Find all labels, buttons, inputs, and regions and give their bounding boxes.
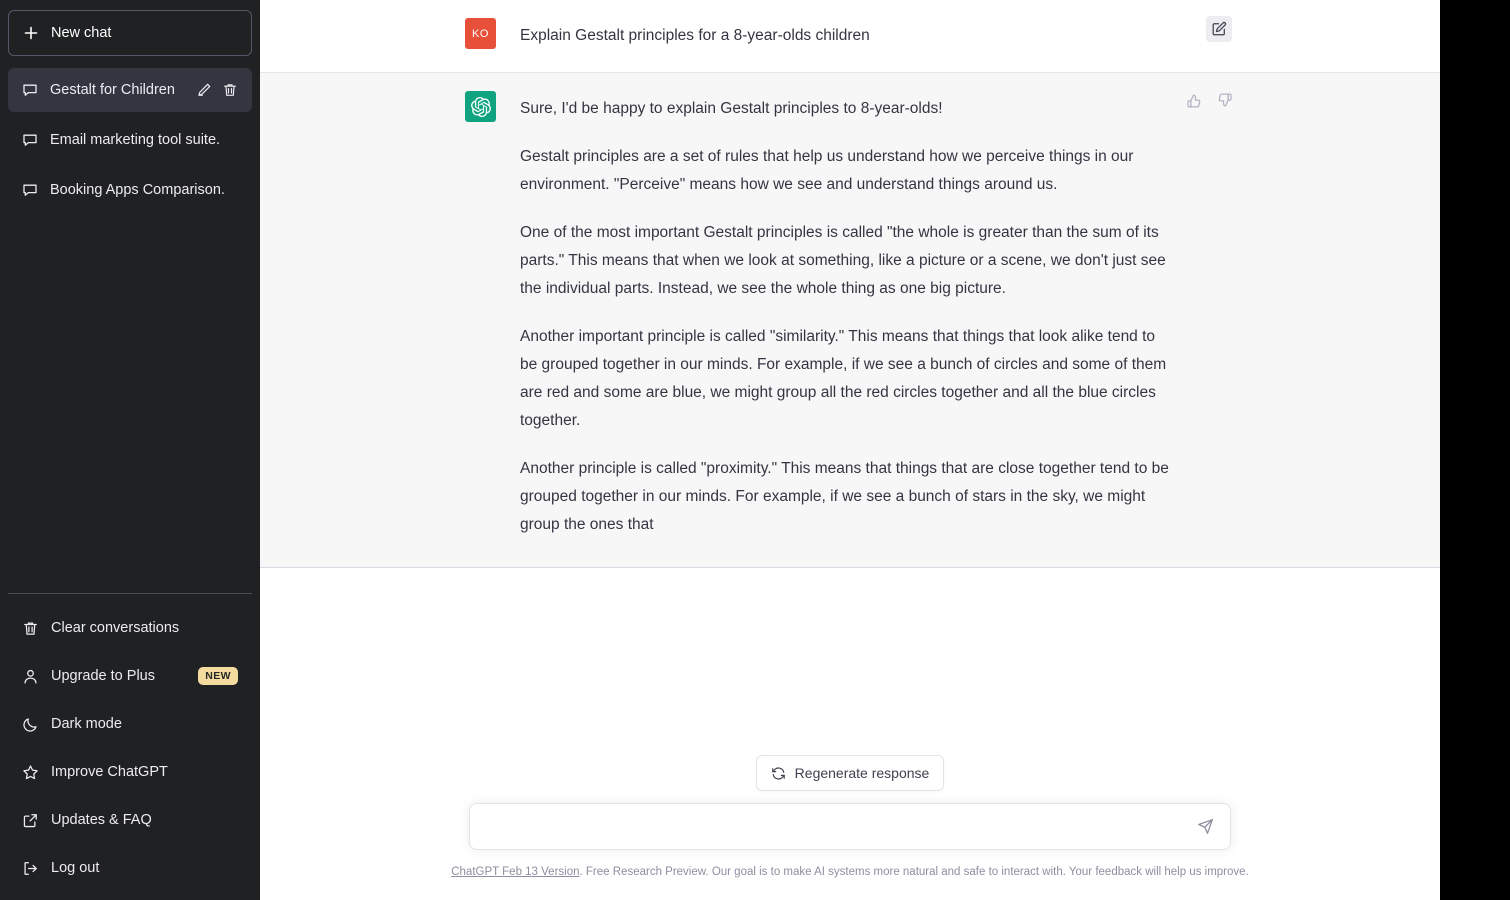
pencil-icon[interactable]: [196, 82, 212, 98]
chat-bubble-icon: [22, 182, 38, 198]
assistant-message-actions: [1181, 87, 1237, 113]
openai-logo-icon: [470, 96, 491, 117]
plus-icon: [23, 25, 39, 41]
chatgpt-app: New chat Gestalt for Children Email mark…: [0, 0, 1510, 900]
conversation-list: Gestalt for Children Email marketing too…: [8, 68, 252, 212]
avatar-assistant: [465, 91, 496, 122]
version-link[interactable]: ChatGPT Feb 13 Version: [451, 866, 579, 878]
conversation-actions: [196, 82, 238, 98]
sidebar-item-upgrade-to-plus[interactable]: Upgrade to Plus NEW: [8, 652, 252, 700]
user-message-actions: [1206, 16, 1232, 42]
sidebar-conversation-email-marketing-tool-suite[interactable]: Email marketing tool suite.: [8, 118, 252, 162]
conversation-title: Gestalt for Children: [50, 82, 175, 98]
status-badge-new: NEW: [198, 667, 238, 685]
assistant-message-body: Sure, I'd be happy to explain Gestalt pr…: [520, 95, 1170, 539]
assistant-paragraph-5: Another principle is called "proximity."…: [520, 460, 1169, 533]
prompt-input-wrapper[interactable]: [469, 803, 1231, 850]
assistant-paragraph-4: Another important principle is called "s…: [520, 328, 1167, 429]
chat-bubble-icon: [22, 132, 38, 148]
sidebar-item-label: Dark mode: [51, 716, 122, 732]
send-icon: [1197, 818, 1214, 835]
footer-rest-text: . Free Research Preview. Our goal is to …: [579, 866, 1249, 878]
message-assistant: Sure, I'd be happy to explain Gestalt pr…: [260, 72, 1440, 568]
screen-right-black-band: [1440, 0, 1510, 900]
edit-message-button[interactable]: [1206, 16, 1232, 42]
external-link-icon: [22, 812, 39, 829]
footer-disclaimer: ChatGPT Feb 13 Version. Free Research Pr…: [451, 864, 1249, 880]
new-chat-button[interactable]: New chat: [8, 10, 252, 56]
sidebar-item-log-out[interactable]: Log out: [8, 844, 252, 892]
regenerate-response-button[interactable]: Regenerate response: [755, 755, 945, 791]
sidebar-item-label: Log out: [51, 860, 100, 876]
trash-icon[interactable]: [222, 82, 238, 98]
sidebar-item-improve-chatgpt[interactable]: Improve ChatGPT: [8, 748, 252, 796]
sidebar-item-label: Updates & FAQ: [51, 812, 152, 828]
sidebar-conversation-booking-apps-comparison[interactable]: Booking Apps Comparison.: [8, 168, 252, 212]
prompt-input[interactable]: [470, 804, 1230, 849]
regenerate-response-label: Regenerate response: [794, 765, 930, 781]
sidebar-item-label: Upgrade to Plus: [51, 668, 155, 684]
assistant-paragraph-3: One of the most important Gestalt princi…: [520, 224, 1166, 297]
user-message-text: Explain Gestalt principles for a 8-year-…: [520, 27, 870, 44]
sidebar: New chat Gestalt for Children Email mark…: [0, 0, 260, 900]
main-panel: KO Explain Gestalt principles for a 8-ye…: [260, 0, 1462, 900]
logout-icon: [22, 860, 39, 877]
send-button[interactable]: [1192, 814, 1218, 840]
refresh-icon: [771, 766, 786, 781]
sidebar-item-clear-conversations[interactable]: Clear conversations: [8, 604, 252, 652]
chat-bubble-icon: [22, 82, 38, 98]
person-icon: [22, 668, 39, 685]
conversation-title: Email marketing tool suite.: [50, 132, 221, 148]
moon-icon: [22, 716, 39, 733]
sidebar-item-label: Clear conversations: [51, 620, 180, 636]
conversation-title: Booking Apps Comparison.: [50, 182, 225, 198]
avatar-user: KO: [465, 18, 496, 49]
sidebar-item-label: Improve ChatGPT: [51, 764, 168, 780]
sidebar-item-dark-mode[interactable]: Dark mode: [8, 700, 252, 748]
new-chat-label: New chat: [51, 25, 112, 41]
assistant-paragraph-2: Gestalt principles are a set of rules th…: [520, 148, 1134, 193]
sidebar-conversation-gestalt-for-children[interactable]: Gestalt for Children: [8, 68, 252, 112]
thumbs-up-button[interactable]: [1181, 87, 1207, 113]
star-icon: [22, 764, 39, 781]
thumbs-down-button[interactable]: [1211, 87, 1237, 113]
sidebar-bottom-menu: Clear conversations Upgrade to Plus NEW: [8, 593, 252, 892]
trash-icon: [22, 620, 39, 637]
sidebar-item-updates-and-faq[interactable]: Updates & FAQ: [8, 796, 252, 844]
assistant-paragraph-1: Sure, I'd be happy to explain Gestalt pr…: [520, 100, 943, 117]
composer: Regenerate response ChatGPT Feb 13 Versi…: [260, 755, 1440, 900]
message-user: KO Explain Gestalt principles for a 8-ye…: [260, 0, 1440, 72]
